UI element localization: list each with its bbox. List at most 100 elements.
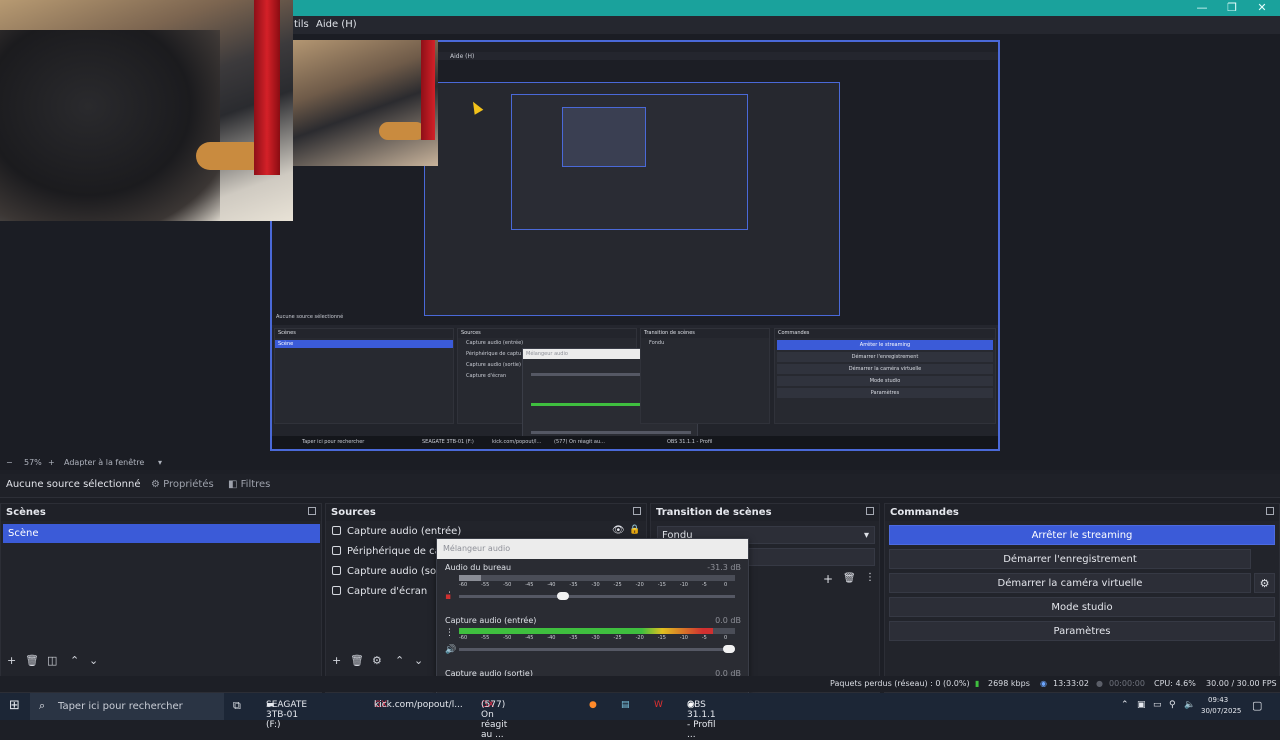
firefox-icon[interactable]: ● xyxy=(589,700,597,710)
source-item[interactable]: Capture d'écran xyxy=(332,583,427,601)
windows-taskbar: ⊞ ⌕ Taper ici pour rechercher ⧉ ▬ SEAGAT… xyxy=(0,693,1280,740)
remove-scene-icon[interactable]: 🗑 xyxy=(25,654,39,667)
meter-tick-label: -5 xyxy=(701,635,707,641)
menu-help[interactable]: Aide (H) xyxy=(316,19,357,30)
stream-time: 13:33:02 xyxy=(1053,679,1089,688)
close-button[interactable]: ✕ xyxy=(1248,0,1276,16)
move-up-icon[interactable]: ⌃ xyxy=(395,654,404,667)
more-options-icon[interactable]: ⋮ xyxy=(865,572,875,583)
meter-tick-label: -45 xyxy=(525,582,534,588)
nested-app-seagate: SEAGATE 3TB-01 (F:) xyxy=(422,439,474,445)
volume-meter xyxy=(459,575,735,581)
speaker-icon[interactable]: 🔊 xyxy=(445,645,456,655)
windows-start-icon[interactable]: ⊞ xyxy=(9,698,20,713)
scenes-dock: Scènes Scène + 🗑 ◫ ⌃ ⌄ xyxy=(0,503,322,693)
tray-display-icon[interactable]: ▭ xyxy=(1153,700,1162,710)
add-source-icon[interactable]: + xyxy=(332,654,341,667)
fit-window-button[interactable]: Adapter à la fenêtre xyxy=(64,458,144,467)
meter-fill xyxy=(459,575,482,581)
filters-button[interactable]: ◧ Filtres xyxy=(228,479,270,490)
nested-menubar: Aide (H) xyxy=(422,52,998,60)
source-label: Capture d'écran xyxy=(347,586,428,597)
popout-icon[interactable] xyxy=(866,507,874,515)
task-view-icon[interactable]: ⧉ xyxy=(233,699,241,713)
zoom-dropdown-icon[interactable]: ▾ xyxy=(158,458,162,467)
meter-tick-label: -15 xyxy=(657,635,666,641)
volume-slider[interactable] xyxy=(459,592,735,600)
meter-tick-label: -10 xyxy=(679,582,688,588)
notepad-icon[interactable]: ▤ xyxy=(621,700,630,710)
remove-transition-icon[interactable]: 🗑 xyxy=(843,573,856,584)
move-up-icon[interactable]: ⌃ xyxy=(70,654,79,667)
scene-item[interactable]: Scène xyxy=(3,524,320,543)
start-virtual-camera-button[interactable]: Démarrer la caméra virtuelle xyxy=(889,573,1251,593)
add-transition-icon[interactable]: + xyxy=(823,572,833,586)
meter-tick-label: -55 xyxy=(481,582,490,588)
notification-icon[interactable]: ▢ xyxy=(1252,699,1262,712)
search-placeholder: Taper ici pour rechercher xyxy=(58,701,183,712)
slider-knob[interactable] xyxy=(557,592,570,600)
wps-icon[interactable]: W xyxy=(654,700,663,710)
channel-name: Capture audio (entrée) xyxy=(445,616,537,625)
nested-scenes-title: Scènes xyxy=(275,329,453,338)
maximize-button[interactable]: ❐ xyxy=(1218,0,1246,16)
popout-icon[interactable] xyxy=(1266,507,1274,515)
minimize-button[interactable]: — xyxy=(1188,0,1216,16)
volume-slider[interactable] xyxy=(459,645,735,653)
app-label: SEAGATE 3TB-01 (F:) xyxy=(266,700,308,730)
scenes-header: Scènes xyxy=(1,504,321,521)
meter-tick-label: -45 xyxy=(525,635,534,641)
remove-source-icon[interactable]: 🗑 xyxy=(350,654,364,667)
zoom-out-button[interactable]: − xyxy=(6,458,13,467)
properties-button[interactable]: ⚙ Propriétés xyxy=(151,479,214,490)
meter-tick-label: -60 xyxy=(459,635,468,641)
nested-mixer-meter-3 xyxy=(531,431,691,434)
nested-no-source: Aucune source sélectionné xyxy=(276,314,344,320)
lock-icon[interactable]: 🔒 xyxy=(629,525,640,535)
add-scene-icon[interactable]: + xyxy=(7,654,16,667)
source-label: Capture audio (entrée) xyxy=(347,526,462,537)
move-down-icon[interactable]: ⌄ xyxy=(414,654,423,667)
more-options-icon[interactable]: ⋮ xyxy=(445,628,455,638)
bitrate: 2698 kbps xyxy=(988,679,1030,688)
zoom-percent: 57% xyxy=(24,458,42,467)
meter-tick-label: -15 xyxy=(657,582,666,588)
tray-volume-icon[interactable]: 🔈 xyxy=(1184,700,1195,710)
studio-mode-button[interactable]: Mode studio xyxy=(889,597,1275,617)
nested-preview-level2 xyxy=(424,82,840,316)
move-down-icon[interactable]: ⌄ xyxy=(89,654,98,667)
meter-tick-label: -40 xyxy=(547,635,556,641)
source-settings-icon[interactable]: ⚙ xyxy=(372,654,382,667)
slider-knob[interactable] xyxy=(723,645,735,653)
clock-date: 30/07/2025 xyxy=(1201,707,1242,715)
meter-tick-label: -20 xyxy=(635,635,644,641)
start-recording-button[interactable]: Démarrer l'enregistrement xyxy=(889,549,1251,569)
tray-network-icon[interactable]: ▣ xyxy=(1137,700,1146,710)
nested-app-obs: OBS 31.1.1 - Profil xyxy=(667,439,713,445)
eye-icon[interactable]: 👁 xyxy=(612,525,625,536)
taskbar-search[interactable]: ⌕ Taper ici pour rechercher xyxy=(30,693,224,720)
muted-speaker-icon[interactable]: ▪ xyxy=(445,592,455,602)
search-icon: ⌕ xyxy=(39,699,46,712)
tray-mic-icon[interactable]: ⚲ xyxy=(1169,700,1176,710)
settings-button[interactable]: Paramètres xyxy=(889,621,1275,641)
webcam-feed xyxy=(0,0,293,221)
webcam-chair-nested xyxy=(379,122,425,140)
zoom-bar: − 57% + Adapter à la fenêtre ▾ xyxy=(0,456,1280,470)
zoom-in-button[interactable]: + xyxy=(48,458,55,467)
tray-chevron-icon[interactable]: ⌃ xyxy=(1121,700,1129,710)
gear-icon: ⚙ xyxy=(151,479,164,490)
popout-icon[interactable] xyxy=(308,507,316,515)
nested-preview-level3 xyxy=(511,94,748,230)
virtual-camera-gear-icon[interactable]: ⚙ xyxy=(1254,573,1275,593)
scene-filter-icon[interactable]: ◫ xyxy=(47,654,57,667)
stop-streaming-button[interactable]: Arrêter le streaming xyxy=(889,525,1275,545)
commands-title: Commandes xyxy=(890,507,959,518)
meter-tick-label: -35 xyxy=(569,635,578,641)
menu-tools[interactable]: tils xyxy=(294,19,309,30)
popout-icon[interactable] xyxy=(633,507,641,515)
record-icon: ● xyxy=(1096,679,1103,688)
meter-fill xyxy=(459,628,713,634)
nested-cmd-5: Paramètres xyxy=(777,388,993,398)
commands-header: Commandes xyxy=(885,504,1279,521)
